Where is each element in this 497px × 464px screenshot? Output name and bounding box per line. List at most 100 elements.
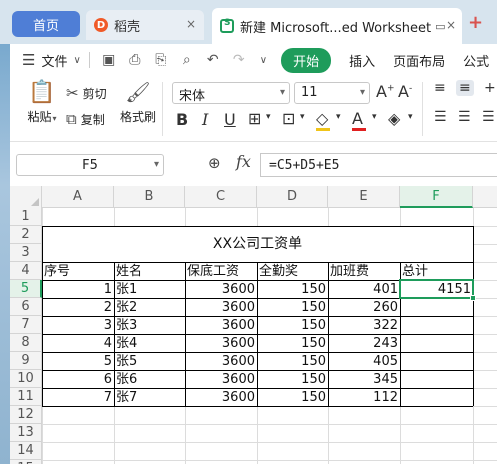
data-cell[interactable]: 3 [42, 317, 114, 335]
header-cell[interactable]: 加班费 [328, 263, 400, 281]
data-cell[interactable] [400, 371, 473, 389]
sheet-title[interactable]: XX公司工资单 [42, 226, 473, 262]
chevron-down-icon[interactable]: ▾ [300, 112, 305, 122]
selected-cell[interactable] [399, 279, 476, 301]
spreadsheet-grid[interactable]: ABCDEF 123456789101112131415 XX公司工资单 序号姓… [10, 186, 497, 464]
tab-daoke[interactable]: D 稻壳 × [86, 10, 204, 40]
data-cell[interactable]: 150 [257, 335, 328, 353]
font-size-select[interactable]: 11 ▾ [294, 82, 370, 104]
name-box[interactable]: F5 ▾ [16, 154, 164, 176]
data-cell[interactable]: 张3 [114, 317, 185, 335]
redo-icon[interactable]: ↷ [228, 49, 250, 71]
row-header-3[interactable]: 3 [10, 244, 42, 262]
copy-button[interactable]: ⧉ 复制 [66, 110, 105, 128]
column-header-c[interactable]: C [185, 186, 257, 208]
row-header-14[interactable]: 14 [10, 442, 42, 460]
row-header-9[interactable]: 9 [10, 352, 42, 370]
zoom-icon[interactable]: ⊕ [208, 154, 221, 172]
data-cell[interactable]: 150 [257, 353, 328, 371]
close-icon[interactable]: × [446, 18, 456, 32]
data-cell[interactable]: 3600 [185, 299, 257, 317]
data-cell[interactable]: 3600 [185, 281, 257, 299]
data-cell[interactable] [400, 389, 473, 407]
row-header-13[interactable]: 13 [10, 424, 42, 442]
data-cell[interactable]: 3600 [185, 353, 257, 371]
select-all-corner[interactable] [10, 186, 42, 208]
align-bottom-icon[interactable]: + [484, 80, 496, 96]
border-icon[interactable]: ⊞ [248, 109, 261, 128]
row-header-11[interactable]: 11 [10, 388, 42, 406]
data-cell[interactable]: 张5 [114, 353, 185, 371]
data-cell[interactable]: 7 [42, 389, 114, 407]
merge-cells-icon[interactable]: ⊡ [282, 109, 295, 128]
tab-insert[interactable]: 插入 [349, 51, 375, 70]
chevron-down-icon[interactable]: ▾ [154, 159, 159, 170]
column-header-b[interactable]: B [114, 186, 185, 208]
align-left-icon[interactable]: ☰ [434, 109, 447, 125]
data-cell[interactable]: 6 [42, 371, 114, 389]
column-header-a[interactable]: A [42, 186, 114, 208]
italic-button[interactable]: I [202, 110, 208, 129]
chevron-down-icon[interactable]: ▾ [266, 112, 271, 122]
add-tab-button[interactable]: + [468, 12, 483, 33]
data-cell[interactable]: 322 [328, 317, 400, 335]
chevron-down-icon[interactable]: ▾ [408, 112, 413, 122]
tab-home[interactable]: 首页 [12, 11, 80, 37]
data-cell[interactable]: 150 [257, 371, 328, 389]
data-cell[interactable]: 3600 [185, 371, 257, 389]
paste-button[interactable]: 📋 粘贴▾ [22, 80, 62, 125]
row-header-1[interactable]: 1 [10, 208, 42, 226]
tab-start[interactable]: 开始 [281, 47, 332, 73]
increase-font-icon[interactable]: A+ [376, 82, 395, 101]
data-cell[interactable] [400, 353, 473, 371]
data-cell[interactable]: 张4 [114, 335, 185, 353]
data-cell[interactable]: 2 [42, 299, 114, 317]
header-cell[interactable]: 姓名 [114, 263, 185, 281]
data-cell[interactable] [400, 299, 473, 317]
cut-button[interactable]: ✂ 剪切 [66, 84, 107, 102]
align-top-icon[interactable]: ≡ [434, 80, 446, 96]
row-header-6[interactable]: 6 [10, 298, 42, 316]
fill-color-icon[interactable]: ◇ [316, 109, 330, 131]
decrease-font-icon[interactable]: A- [398, 82, 412, 101]
data-cell[interactable]: 3600 [185, 317, 257, 335]
data-cell[interactable]: 345 [328, 371, 400, 389]
export-icon[interactable]: ⎙ [124, 49, 146, 71]
data-cell[interactable]: 张2 [114, 299, 185, 317]
data-cell[interactable]: 405 [328, 353, 400, 371]
save-icon[interactable]: ▣ [98, 49, 120, 71]
header-cell[interactable]: 序号 [42, 263, 114, 281]
header-cell[interactable]: 全勤奖 [257, 263, 328, 281]
data-cell[interactable] [400, 335, 473, 353]
row-header-8[interactable]: 8 [10, 334, 42, 352]
data-cell[interactable]: 150 [257, 281, 328, 299]
tab-workbook[interactable]: 新建 Microsoft...ed Worksheet ▭ × [212, 8, 462, 44]
row-header-12[interactable]: 12 [10, 406, 42, 424]
data-cell[interactable]: 150 [257, 299, 328, 317]
header-cell[interactable]: 保底工资 [185, 263, 257, 281]
tab-page-layout[interactable]: 页面布局 [393, 51, 445, 70]
align-center-icon[interactable]: ☰ [458, 109, 471, 125]
row-header-2[interactable]: 2 [10, 226, 42, 244]
format-painter-button[interactable]: 🖌 格式刷 [118, 80, 158, 125]
data-cell[interactable]: 260 [328, 299, 400, 317]
row-header-15[interactable]: 15 [10, 460, 42, 464]
preview-icon[interactable]: ⌕ [176, 49, 198, 71]
formula-input[interactable]: =C5+D5+E5 [260, 153, 497, 177]
eraser-icon[interactable]: ◈ [388, 109, 400, 128]
row-header-4[interactable]: 4 [10, 262, 42, 280]
data-cell[interactable]: 112 [328, 389, 400, 407]
data-cell[interactable]: 4 [42, 335, 114, 353]
data-cell[interactable]: 张6 [114, 371, 185, 389]
chevron-down-icon[interactable]: ∨ [73, 55, 80, 66]
row-header-10[interactable]: 10 [10, 370, 42, 388]
data-cell[interactable]: 张1 [114, 281, 185, 299]
print-icon[interactable]: ⎘ [150, 49, 172, 71]
column-header-e[interactable]: E [328, 186, 400, 208]
data-cell[interactable]: 3600 [185, 389, 257, 407]
align-middle-icon[interactable]: ≡ [456, 80, 474, 96]
data-cell[interactable]: 3600 [185, 335, 257, 353]
fx-icon[interactable]: fx [236, 152, 251, 171]
align-right-icon[interactable]: ☰ [482, 109, 495, 125]
underline-button[interactable]: U [224, 110, 236, 129]
